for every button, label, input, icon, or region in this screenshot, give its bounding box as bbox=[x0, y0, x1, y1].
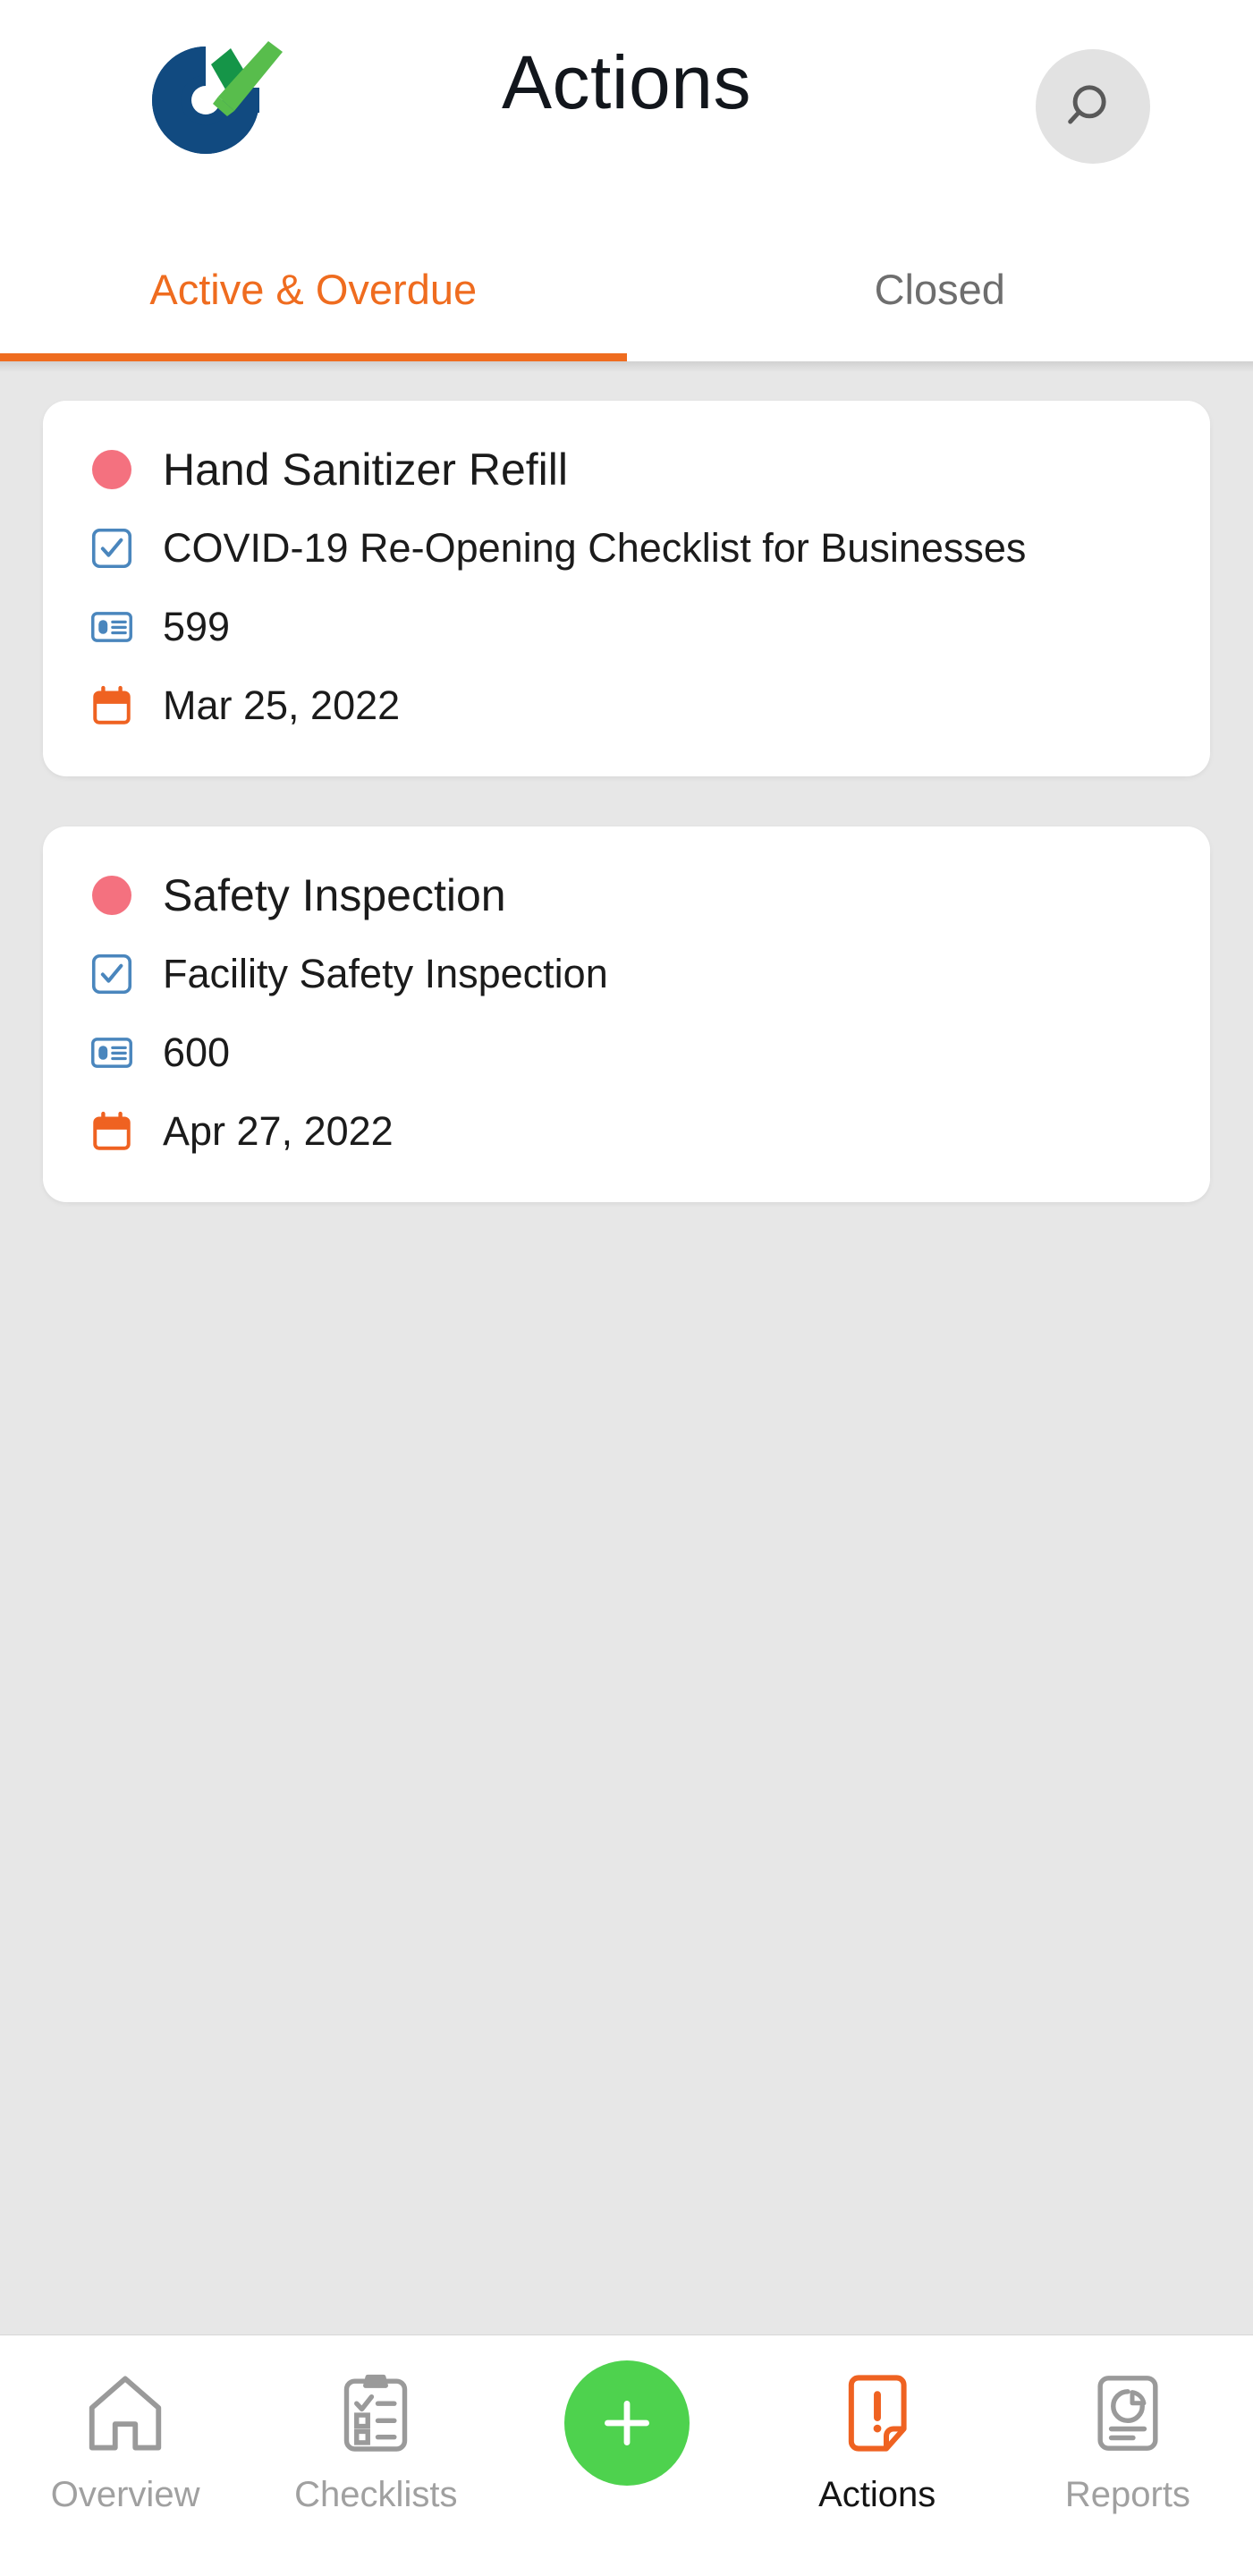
actions-list[interactable]: Hand Sanitizer Refill COVID-19 Re-Openin… bbox=[0, 361, 1253, 2334]
tab-bar: Active & Overdue Closed bbox=[0, 218, 1253, 361]
nav-item-create bbox=[501, 2355, 751, 2489]
action-date: Mar 25, 2022 bbox=[163, 682, 401, 729]
action-id: 600 bbox=[163, 1030, 231, 1076]
action-date-row: Mar 25, 2022 bbox=[84, 673, 1169, 739]
nav-label-actions: Actions bbox=[818, 2475, 936, 2514]
search-icon bbox=[1065, 79, 1121, 134]
action-checklist: COVID-19 Re-Opening Checklist for Busine… bbox=[163, 525, 1027, 572]
search-button[interactable] bbox=[1036, 49, 1150, 164]
plus-icon bbox=[594, 2390, 660, 2456]
id-card-icon bbox=[84, 1025, 140, 1080]
action-date: Apr 27, 2022 bbox=[163, 1108, 394, 1155]
add-button[interactable] bbox=[563, 2360, 690, 2486]
action-checklist-row: COVID-19 Re-Opening Checklist for Busine… bbox=[84, 515, 1169, 581]
tab-closed-label: Closed bbox=[874, 266, 1005, 313]
app-header: Actions bbox=[0, 0, 1253, 218]
nav-item-checklists[interactable]: Checklists bbox=[250, 2355, 501, 2514]
status-dot-icon bbox=[84, 442, 140, 497]
calendar-icon bbox=[84, 678, 140, 733]
action-card[interactable]: Hand Sanitizer Refill COVID-19 Re-Openin… bbox=[43, 401, 1210, 776]
nav-label-reports: Reports bbox=[1064, 2475, 1190, 2514]
checkbox-checked-icon bbox=[84, 946, 140, 1002]
action-title-row: Safety Inspection bbox=[84, 862, 1169, 928]
status-dot-icon bbox=[84, 868, 140, 923]
action-date-row: Apr 27, 2022 bbox=[84, 1098, 1169, 1165]
calendar-icon bbox=[84, 1104, 140, 1159]
nav-item-reports[interactable]: Reports bbox=[1003, 2355, 1253, 2514]
nav-label-overview: Overview bbox=[50, 2475, 200, 2514]
home-icon bbox=[79, 2355, 172, 2471]
tab-closed[interactable]: Closed bbox=[627, 218, 1253, 361]
action-title: Safety Inspection bbox=[163, 869, 506, 920]
bottom-navigation: Overview Checklists Actions Reports bbox=[0, 2334, 1253, 2576]
action-title: Hand Sanitizer Refill bbox=[163, 444, 568, 495]
tab-active-overdue[interactable]: Active & Overdue bbox=[0, 218, 627, 361]
nav-item-actions[interactable]: Actions bbox=[752, 2355, 1003, 2514]
action-id-row: 599 bbox=[84, 594, 1169, 660]
tab-active-indicator bbox=[0, 353, 627, 361]
nav-item-overview[interactable]: Overview bbox=[0, 2355, 250, 2514]
action-card[interactable]: Safety Inspection Facility Safety Inspec… bbox=[43, 826, 1210, 1202]
action-title-row: Hand Sanitizer Refill bbox=[84, 436, 1169, 503]
clipboard-check-icon bbox=[331, 2355, 420, 2471]
id-card-icon bbox=[84, 599, 140, 655]
document-alert-icon bbox=[833, 2355, 922, 2471]
action-checklist: Facility Safety Inspection bbox=[163, 951, 608, 997]
action-checklist-row: Facility Safety Inspection bbox=[84, 941, 1169, 1007]
tab-active-overdue-label: Active & Overdue bbox=[149, 266, 478, 313]
action-id: 599 bbox=[163, 604, 231, 650]
checkbox-checked-icon bbox=[84, 521, 140, 576]
nav-label-checklists: Checklists bbox=[294, 2475, 458, 2514]
action-id-row: 600 bbox=[84, 1020, 1169, 1086]
app-screen: Actions Active & Overdue Closed Hand San… bbox=[0, 0, 1253, 2576]
report-piechart-icon bbox=[1083, 2355, 1173, 2471]
